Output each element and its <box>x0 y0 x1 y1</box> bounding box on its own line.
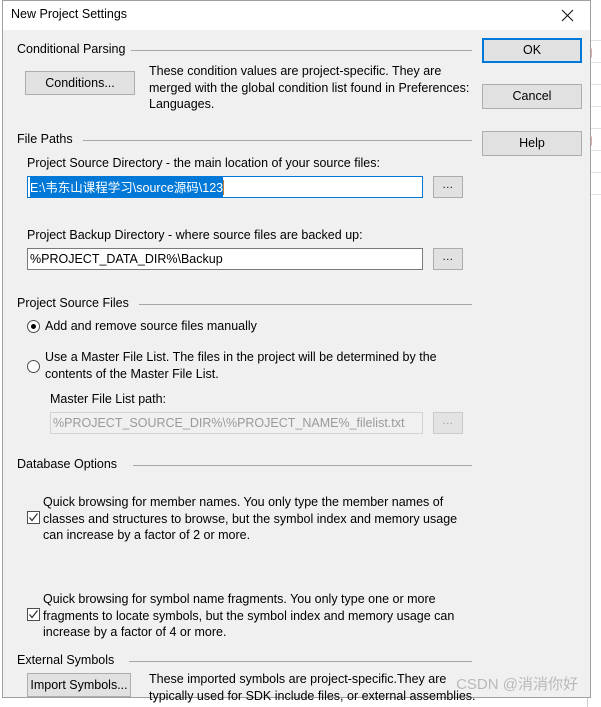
text-caret <box>223 179 225 195</box>
checkbox-quick-browse-name-fragments[interactable] <box>27 608 40 621</box>
group-divider <box>129 661 472 662</box>
dialog-title: New Project Settings <box>11 7 128 21</box>
group-label-conditional-parsing: Conditional Parsing <box>17 42 132 56</box>
backup-directory-label: Project Backup Directory - where source … <box>27 228 363 242</box>
checkbox-quick-browse-member-names[interactable] <box>27 511 40 524</box>
radio-label-add-remove-manually: Add and remove source files manually <box>45 319 257 333</box>
master-file-list-browse-button[interactable]: ... <box>433 412 463 434</box>
group-label-project-source-files: Project Source Files <box>17 296 135 310</box>
backup-directory-browse-button[interactable]: ... <box>433 248 463 270</box>
close-icon[interactable] <box>545 1 590 29</box>
source-directory-browse-button[interactable]: ... <box>433 176 463 198</box>
group-label-file-paths: File Paths <box>17 132 79 146</box>
label-quick-browse-member-names: Quick browsing for member names. You onl… <box>43 495 458 542</box>
backup-directory-input[interactable]: %PROJECT_DATA_DIR%\Backup <box>27 248 423 270</box>
backup-directory-value: %PROJECT_DATA_DIR%\Backup <box>30 252 223 266</box>
group-file-paths: File Paths <box>17 132 472 146</box>
radio-add-remove-manually[interactable] <box>27 320 40 333</box>
group-conditional-parsing: Conditional Parsing <box>17 42 472 56</box>
conditions-button[interactable]: Conditions... <box>25 71 135 95</box>
source-directory-value: E:\韦东山课程学习\source源码\123 <box>30 177 224 197</box>
help-button[interactable]: Help <box>482 131 582 156</box>
new-project-settings-dialog: New Project Settings OK Cancel Help Cond… <box>2 0 591 703</box>
import-symbols-button[interactable]: Import Symbols... <box>27 673 131 697</box>
group-label-database-options: Database Options <box>17 457 124 471</box>
group-external-symbols: External Symbols <box>17 653 472 667</box>
source-directory-label: Project Source Directory - the main loca… <box>27 156 380 170</box>
master-file-list-path-label: Master File List path: <box>50 392 167 406</box>
master-file-list-path-value: %PROJECT_SOURCE_DIR%\%PROJECT_NAME%_file… <box>53 416 405 430</box>
cancel-button[interactable]: Cancel <box>482 84 582 109</box>
label-quick-browse-name-fragments: Quick browsing for symbol name fragments… <box>43 592 455 639</box>
group-divider <box>83 140 472 141</box>
group-label-external-symbols: External Symbols <box>17 653 121 667</box>
watermark: CSDN @消消你好 <box>456 676 578 693</box>
group-project-source-files: Project Source Files <box>17 296 472 310</box>
radio-label-use-master-file-list: Use a Master File List. The files in the… <box>45 350 437 381</box>
radio-use-master-file-list[interactable] <box>27 360 40 373</box>
external-symbols-description: These imported symbols are project-speci… <box>149 672 476 703</box>
dialog-titlebar[interactable]: New Project Settings <box>3 1 590 30</box>
ok-button[interactable]: OK <box>482 38 582 63</box>
group-divider <box>129 50 472 51</box>
conditional-parsing-description: These condition values are project-speci… <box>149 64 470 111</box>
group-divider <box>139 304 472 305</box>
source-directory-input[interactable]: E:\韦东山课程学习\source源码\123 <box>27 176 423 198</box>
master-file-list-path-input[interactable]: %PROJECT_SOURCE_DIR%\%PROJECT_NAME%_file… <box>50 412 423 434</box>
group-divider <box>133 465 472 466</box>
dialog-client-area: OK Cancel Help Conditional Parsing Condi… <box>3 30 590 703</box>
group-database-options: Database Options <box>17 457 472 471</box>
